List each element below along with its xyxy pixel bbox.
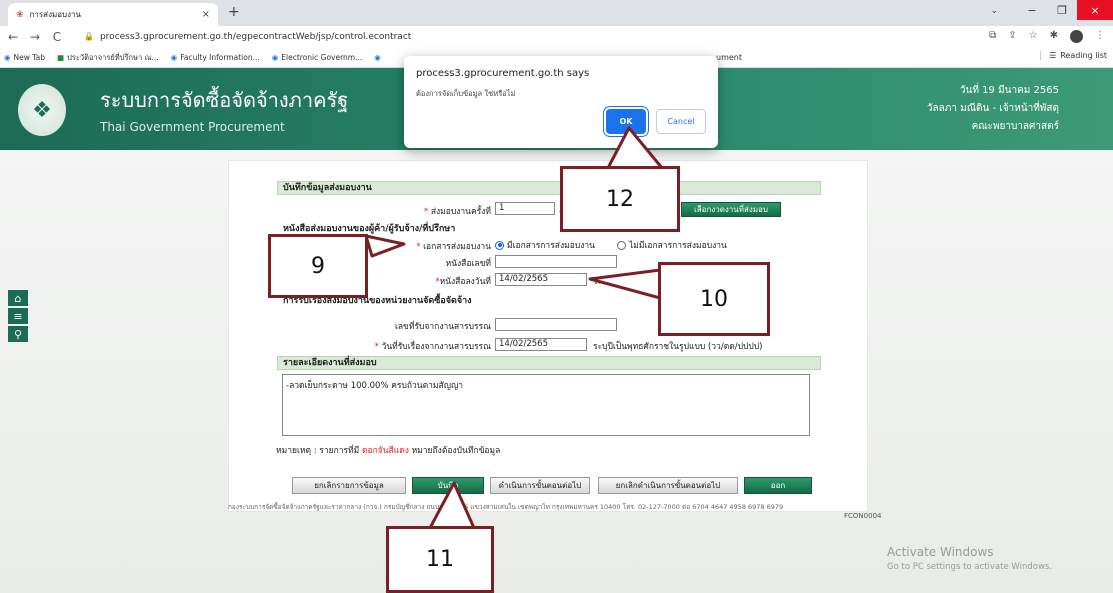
delivery-no-label: * ส่งมอบงานครั้งที่ <box>423 207 491 217</box>
bookmark-item[interactable]: ◉ <box>374 53 384 62</box>
exit-button[interactable]: ออก <box>744 477 812 494</box>
dialog-message: ต้องการจัดเก็บข้อมูล ใช่หรือไม่ <box>416 89 516 98</box>
delivery-no-input[interactable]: 1 <box>495 202 555 215</box>
radio-has-doc[interactable]: มีเอกสารการส่งมอบงาน <box>495 238 595 252</box>
callout-11: 11 <box>386 526 494 593</box>
required-note: หมายเหตุ : รายการที่มี ดอกจันสีแดง หมายถ… <box>276 446 501 456</box>
forward-icon[interactable]: → <box>26 30 44 44</box>
tab-search-icon[interactable]: ⌄ <box>990 6 998 16</box>
globe-icon: ◉ <box>271 53 279 62</box>
user-name: วัลลภา มณีดิน - เจ้าหน้าที่พัสดุ <box>926 103 1059 114</box>
globe-icon: ◉ <box>170 53 178 62</box>
cancel-next-step-button[interactable]: ยกเลิกดำเนินการขั้นตอนต่อไป <box>598 477 738 494</box>
saraban-date-label: * วันที่รับเรื่องจากงานสารบรรณ <box>374 342 491 352</box>
site-favicon-icon: ❀ <box>16 9 24 20</box>
save-button[interactable]: บันทึก <box>412 477 484 494</box>
extensions-icon[interactable]: ✱ <box>1050 30 1058 43</box>
site-title-english: Thai Government Procurement <box>100 120 285 134</box>
callout-12: 12 <box>560 166 680 232</box>
bookmark-item[interactable]: ■ ประวัติอาจารย์ที่ปรึกษา ณ... <box>57 52 159 64</box>
dialog-cancel-button[interactable]: Cancel <box>656 109 706 134</box>
reading-list-button[interactable]: ☰ Reading list <box>1040 51 1107 60</box>
user-info: วันที่ 19 มีนาคม 2565 วัลลภา มณีดิน - เจ… <box>926 82 1059 136</box>
radio-empty-icon <box>617 240 626 250</box>
section-delivery-detail: รายละเอียดงานที่ส่งมอบ <box>277 356 821 370</box>
cancel-record-button[interactable]: ยกเลิกรายการข้อมูล <box>292 477 406 494</box>
dialog-title: process3.gprocurement.go.th says <box>416 68 590 79</box>
globe-icon: ◉ <box>374 53 381 62</box>
delivery-detail-textarea[interactable]: -ลวดเย็บกระดาษ 100.00% ครบถ้วนตามสัญญา <box>282 374 810 436</box>
next-step-button[interactable]: ดำเนินการขั้นตอนต่อไป <box>490 477 590 494</box>
browser-tab[interactable]: ❀ การส่งมอบงาน × <box>8 3 218 26</box>
address-bar-icons: ⧉ ⇪ ☆ ✱ ⋮ <box>989 30 1105 43</box>
footer-address: กองระบบการจัดซื้อจัดจ้างภาครัฐและราคากลา… <box>228 503 784 511</box>
bookmark-item[interactable]: ◉ Electronic Governm... <box>272 53 363 62</box>
letter-date-hint: ระ <box>593 277 603 287</box>
callout-10: 10 <box>658 262 770 336</box>
browser-tab-bar: ❀ การส่งมอบงาน × + ⌄ − ❐ × <box>0 0 1113 26</box>
activate-windows-watermark: Activate Windows Go to PC settings to ac… <box>887 545 1053 572</box>
bookmark-item[interactable]: ◉ New Tab <box>4 53 45 62</box>
saraban-no-label: เลขที่รับจากงานสารบรรณ <box>394 322 491 332</box>
maximize-icon[interactable]: ❐ <box>1047 0 1077 20</box>
comptroller-logo: ❖ <box>18 84 66 136</box>
bookmark-star-icon[interactable]: ☆ <box>1029 30 1038 43</box>
section-record-delivery: บันทึกข้อมูลส่งมอบงาน <box>277 181 821 195</box>
new-tab-icon[interactable]: + <box>228 4 240 20</box>
radio-selected-icon <box>495 240 504 250</box>
side-menu: ⌂ ≡ ⚲ <box>8 290 28 342</box>
saraban-no-input[interactable] <box>495 318 617 331</box>
tab-close-icon[interactable]: × <box>202 9 210 20</box>
radio-no-doc[interactable]: ไม่มีเอกสารการส่งมอบงาน <box>617 238 727 252</box>
menu-icon[interactable]: ⋮ <box>1095 30 1105 43</box>
callout-9: 9 <box>268 234 368 298</box>
home-icon[interactable]: ⌂ <box>8 290 28 306</box>
reload-icon[interactable]: C <box>48 30 66 44</box>
url-text: process3.gprocurement.go.th/egpecontract… <box>99 31 412 42</box>
reading-list-icon: ☰ <box>1049 51 1057 60</box>
minimize-icon[interactable]: − <box>1017 0 1047 20</box>
url-input[interactable]: 🔒 process3.gprocurement.go.th/egpecontra… <box>84 28 1104 45</box>
vendor-letter-heading: หนังสือส่งมอบงานของผู้ค้า/ผู้รับจ้าง/ที่… <box>283 224 456 234</box>
form-panel: บันทึกข้อมูลส่งมอบงาน * ส่งมอบงานครั้งที… <box>228 160 868 512</box>
back-icon[interactable]: ← <box>4 30 22 44</box>
menu-list-icon[interactable]: ≡ <box>8 308 28 324</box>
confirm-dialog: process3.gprocurement.go.th says ต้องการ… <box>404 56 718 148</box>
user-department: คณะพยาบาลศาสตร์ <box>971 121 1059 132</box>
site-title-thai: ระบบการจัดซื้อจัดจ้างภาครัฐ <box>100 88 349 112</box>
share-icon[interactable]: ⇪ <box>1008 30 1016 43</box>
lock-icon: 🔒 <box>84 32 94 41</box>
letter-date-input[interactable]: 14/02/2565 <box>495 273 587 286</box>
letter-no-input[interactable] <box>495 255 617 268</box>
window-close-icon[interactable]: × <box>1077 0 1113 20</box>
translate-icon[interactable]: ⧉ <box>989 30 996 43</box>
bookmark-item[interactable]: ument <box>716 53 742 62</box>
select-period-button[interactable]: เลือกงวดงานที่ส่งมอบ <box>681 202 781 217</box>
current-date: วันที่ 19 มีนาคม 2565 <box>959 85 1059 96</box>
saraban-date-hint: ระบุปีเป็นพุทธศักราชในรูปแบบ (วว/ดด/ปปปป… <box>593 342 763 352</box>
profile-avatar[interactable] <box>1070 30 1083 43</box>
tab-title: การส่งมอบงาน <box>29 10 81 19</box>
sheet-icon: ■ <box>57 53 65 62</box>
window-controls: − ❐ × <box>1017 0 1113 20</box>
bookmark-item[interactable]: ◉ Faculty Information... <box>171 53 260 62</box>
dialog-ok-button[interactable]: OK <box>606 109 646 134</box>
address-bar: ← → C 🔒 process3.gprocurement.go.th/egpe… <box>0 26 1113 48</box>
search-icon[interactable]: ⚲ <box>8 326 28 342</box>
saraban-date-input[interactable]: 14/02/2565 <box>495 338 587 351</box>
form-code: FCON0004 <box>844 512 882 520</box>
globe-icon: ◉ <box>4 53 11 62</box>
